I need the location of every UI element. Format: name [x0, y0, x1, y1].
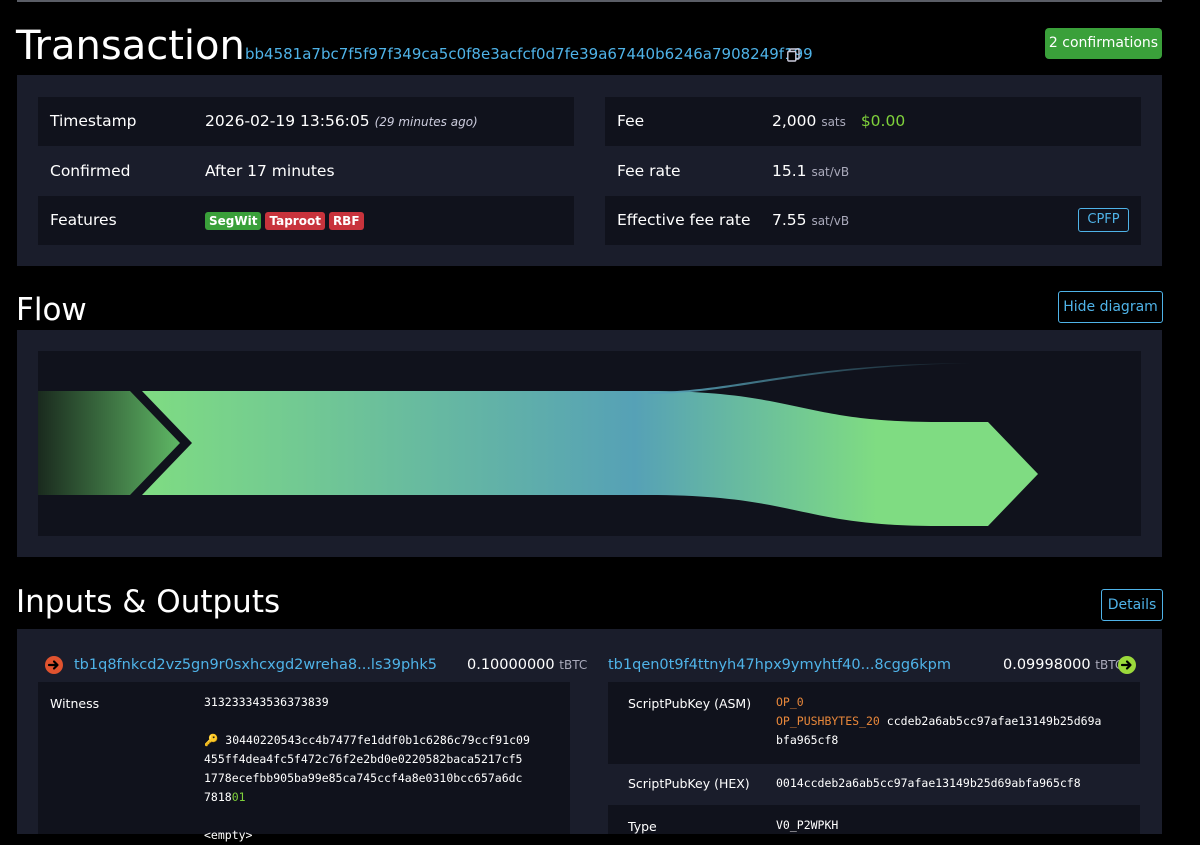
- page-title: Transaction: [16, 23, 245, 69]
- asm-value: OP_0 OP_PUSHBYTES_20 ccdeb2a6ab5cc97afae…: [776, 693, 1101, 750]
- witness-item-3: <empty>: [204, 828, 253, 842]
- features-value: SegWit Taproot RBF: [205, 196, 368, 245]
- input-witness-block: Witness 313233343536373839 🔑 30440220543…: [38, 682, 570, 842]
- effective-feerate-row: Effective fee rate 7.55 sat/vB CPFP: [605, 196, 1141, 245]
- output-arrow-icon[interactable]: [1118, 656, 1136, 674]
- asm-data: ccdeb2a6ab5cc97afae13149b25d69a: [886, 714, 1102, 728]
- cpfp-button[interactable]: CPFP: [1078, 208, 1129, 232]
- flow-panel: [17, 330, 1162, 557]
- copy-icon[interactable]: [787, 47, 800, 62]
- timestamp-row: Timestamp 2026-02-19 13:56:05 (29 minute…: [38, 97, 574, 146]
- asm-label: ScriptPubKey (ASM): [628, 696, 752, 711]
- output-hex-row: ScriptPubKey (HEX) 0014ccdeb2a6ab5cc97af…: [608, 764, 1140, 805]
- input-arrow-icon[interactable]: [45, 656, 63, 674]
- asm-data-cont: bfa965cf8: [776, 733, 839, 747]
- output-type-row: Type V0_P2WPKH: [608, 805, 1140, 834]
- witness-item-2-line-3: 1778ecefbb905ba99e85ca745ccf4a8e0310bcc6…: [204, 771, 523, 785]
- asm-op0: OP_0: [776, 695, 804, 709]
- output-asm-block: ScriptPubKey (ASM) OP_0 OP_PUSHBYTES_20 …: [608, 682, 1140, 764]
- input-amount-unit: tBTC: [559, 658, 588, 672]
- witness-label: Witness: [50, 696, 100, 711]
- witness-item-2-line-4: 781801: [204, 790, 246, 804]
- type-value: V0_P2WPKH: [776, 818, 839, 832]
- hex-value: 0014ccdeb2a6ab5cc97afae13149b25d69abfa96…: [776, 776, 1081, 790]
- segwit-badge[interactable]: SegWit: [205, 211, 262, 230]
- fee-unit: sats: [821, 115, 846, 129]
- key-icon: 🔑: [204, 733, 219, 747]
- io-title: Inputs & Outputs: [16, 584, 281, 620]
- top-divider: [17, 0, 1162, 2]
- witness-values: 313233343536373839 🔑 30440220543cc4b7477…: [204, 693, 530, 845]
- output-address-link[interactable]: tb1qen0t9f4ttnyh47hpx9ymyhtf40...8cgg6kp…: [608, 657, 951, 673]
- timestamp-ago: (29 minutes ago): [374, 115, 478, 129]
- taproot-badge[interactable]: Taproot: [265, 211, 325, 230]
- feerate-unit: sat/vB: [811, 165, 850, 179]
- confirmations-badge: 2 confirmations: [1045, 28, 1162, 59]
- hide-diagram-button[interactable]: Hide diagram: [1058, 291, 1163, 323]
- asm-pushbytes: OP_PUSHBYTES_20: [776, 714, 880, 728]
- fee-value: 2,000 sats $0.00: [772, 112, 906, 130]
- effective-feerate-value: 7.55 sat/vB: [772, 211, 850, 229]
- details-panel: Timestamp 2026-02-19 13:56:05 (29 minute…: [17, 75, 1162, 266]
- witness-item-2: 🔑 30440220543cc4b7477fe1ddf0b1c6286c79cc…: [204, 733, 530, 747]
- feerate-row: Fee rate 15.1 sat/vB: [605, 147, 1141, 196]
- witness-item-1: 313233343536373839: [204, 695, 329, 709]
- confirmed-label: Confirmed: [50, 162, 131, 180]
- features-row: Features SegWit Taproot RBF: [38, 196, 574, 245]
- witness-item-2-line-2: 455ff4dea4fc5f472c76f2e2bd0e0220582baca5…: [204, 752, 523, 766]
- type-label: Type: [628, 819, 657, 834]
- timestamp-label: Timestamp: [50, 112, 137, 130]
- rbf-badge[interactable]: RBF: [328, 211, 364, 230]
- confirmed-row: Confirmed After 17 minutes: [38, 147, 574, 196]
- flow-diagram[interactable]: [38, 351, 1141, 536]
- input-address-link[interactable]: tb1q8fnkcd2vz5gn9r0sxhcxgd2wreha8...ls39…: [74, 657, 437, 673]
- hex-label: ScriptPubKey (HEX): [628, 776, 750, 791]
- txid-link[interactable]: bb4581a7bc7f5f97f349ca5c0f8e3acfcf0d7fe3…: [245, 45, 813, 63]
- input-amount: 0.10000000 tBTC: [467, 657, 588, 673]
- fee-row: Fee 2,000 sats $0.00: [605, 97, 1141, 146]
- features-label: Features: [50, 211, 117, 229]
- flow-title: Flow: [16, 292, 87, 328]
- feerate-value: 15.1 sat/vB: [772, 162, 850, 180]
- io-panel: tb1q8fnkcd2vz5gn9r0sxhcxgd2wreha8...ls39…: [17, 629, 1162, 842]
- output-amount: 0.09998000 tBTC: [1003, 657, 1124, 673]
- details-button[interactable]: Details: [1101, 589, 1163, 621]
- confirmed-value: After 17 minutes: [205, 162, 335, 180]
- feerate-label: Fee rate: [617, 162, 681, 180]
- effective-feerate-label: Effective fee rate: [617, 211, 751, 229]
- effective-feerate-unit: sat/vB: [811, 214, 850, 228]
- fee-usd: $0.00: [860, 112, 906, 130]
- fee-label: Fee: [617, 112, 645, 130]
- timestamp-value: 2026-02-19 13:56:05 (29 minutes ago): [205, 112, 478, 130]
